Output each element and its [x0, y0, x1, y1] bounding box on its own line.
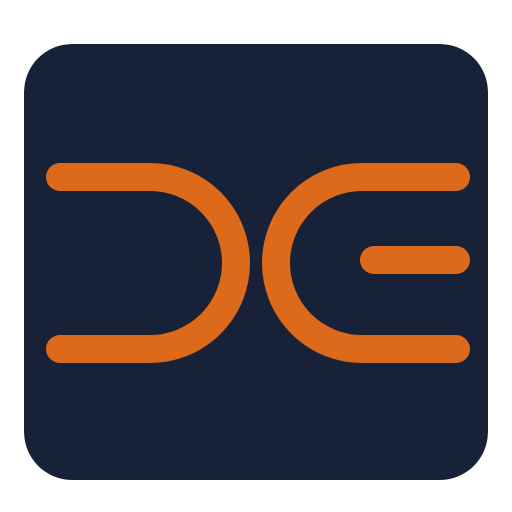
app-icon-tile	[24, 44, 488, 480]
page-canvas	[0, 0, 512, 512]
dg-logo-icon	[24, 44, 488, 480]
